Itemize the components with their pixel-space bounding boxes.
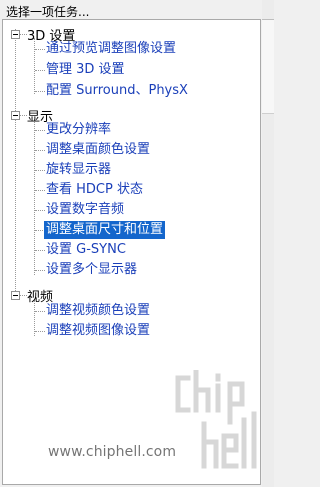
tree-line-3d: [34, 38, 35, 94]
tree-branch: [20, 295, 27, 296]
tree-item-label: 调整桌面颜色设置: [46, 142, 151, 157]
tree-item-desktop-size-position[interactable]: 调整桌面尺寸和位置: [44, 221, 166, 239]
watermark-url: www.chiphell.com: [48, 444, 177, 460]
tree-item-label: 设置 G-SYNC: [46, 242, 126, 257]
right-panel-box: [262, 19, 274, 114]
tree-item-label: 调整视频图像设置: [46, 323, 151, 338]
chiphell-logo: [175, 370, 257, 469]
tree-item-video-color[interactable]: 调整视频颜色设置: [44, 302, 152, 320]
tree-item-label: 旋转显示器: [46, 162, 112, 177]
tree-item-label: 调整视频颜色设置: [46, 303, 151, 318]
tree-item-manage-3d[interactable]: 管理 3D 设置: [44, 61, 127, 79]
tree-line-display: [34, 119, 35, 275]
tree-branch: [20, 115, 27, 116]
tree-line-root: [15, 29, 16, 295]
tree-item-label: 查看 HDCP 状态: [46, 182, 143, 197]
tree-item-label-selected: 调整桌面尺寸和位置: [44, 221, 166, 239]
tree-item-desktop-color[interactable]: 调整桌面颜色设置: [44, 141, 152, 159]
tree-item-label: 管理 3D 设置: [46, 62, 125, 77]
collapse-display-icon[interactable]: [11, 111, 20, 120]
tree-item-hdcp-status[interactable]: 查看 HDCP 状态: [44, 181, 145, 199]
task-header: 选择一项任务...: [6, 5, 90, 19]
tree-item-digital-audio[interactable]: 设置数字音频: [44, 201, 126, 219]
tree-item-label: 配置 Surround、PhysX: [46, 83, 188, 98]
tree-line-video: [34, 300, 35, 336]
tree-item-surround-physx[interactable]: 配置 Surround、PhysX: [44, 82, 190, 100]
tree-item-g-sync[interactable]: 设置 G-SYNC: [44, 241, 128, 259]
tree-branch: [20, 34, 27, 35]
tree-item-multiple-displays[interactable]: 设置多个显示器: [44, 261, 139, 279]
collapse-video-icon[interactable]: [11, 291, 20, 300]
tree-item-label: 更改分辨率: [46, 122, 112, 137]
tree-item-label: 设置数字音频: [46, 202, 125, 217]
collapse-3d-icon[interactable]: [11, 30, 20, 39]
tree-item-rotate-display[interactable]: 旋转显示器: [44, 161, 113, 179]
tree-item-label: 通过预览调整图像设置: [46, 41, 177, 56]
tree-item-change-resolution[interactable]: 更改分辨率: [44, 121, 113, 139]
tree-item-preview-image[interactable]: 通过预览调整图像设置: [44, 40, 178, 58]
tree-item-label: 设置多个显示器: [46, 262, 138, 277]
tree-item-video-image[interactable]: 调整视频图像设置: [44, 322, 152, 340]
